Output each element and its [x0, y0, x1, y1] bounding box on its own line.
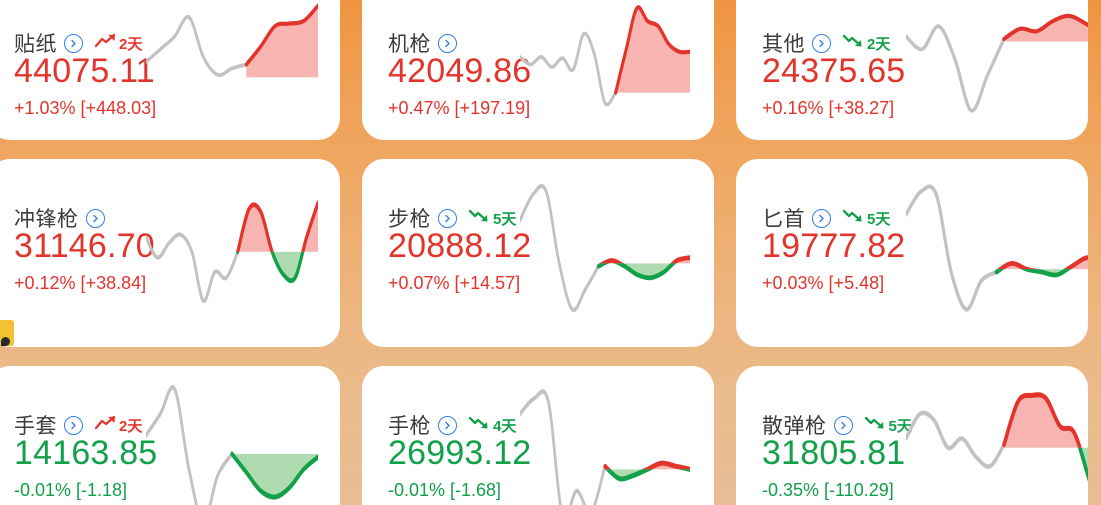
clipped-edge-icon	[0, 320, 14, 346]
trend-down-icon	[468, 208, 492, 229]
price-value: 19777.82	[762, 227, 906, 265]
market-card[interactable]: 其他 2天 24375.65 +0.16% [+38.27]	[736, 0, 1088, 140]
chevron-right-circle-icon[interactable]	[812, 33, 831, 53]
trend-days-label: 2天	[119, 417, 143, 435]
card-content: 机枪 42049.86 +0.47% [+197.19]	[388, 0, 714, 140]
change-value: -0.01% [-1.68]	[388, 480, 502, 500]
sparkline-chart	[146, 177, 318, 321]
market-card[interactable]: 贴纸 2天 44075.11 +1.03% [+448.03]	[0, 0, 340, 140]
trend-down-icon	[842, 33, 866, 54]
chevron-right-circle-icon[interactable]	[812, 208, 831, 228]
price-value: 20888.12	[388, 227, 532, 265]
market-card[interactable]: 匕首 5天 19777.82 +0.03% [+5.48]	[736, 159, 1088, 347]
card-content: 手枪 4天 26993.12 -0.01% [-1.68]	[388, 366, 714, 505]
chevron-right-circle-icon[interactable]	[833, 415, 853, 435]
trend-up-icon	[94, 415, 118, 436]
price-value: 14163.85	[14, 434, 158, 472]
trend-indicator: 4天	[468, 415, 516, 436]
market-card[interactable]: 机枪 42049.86 +0.47% [+197.19]	[362, 0, 714, 140]
card-content: 其他 2天 24375.65 +0.16% [+38.27]	[762, 0, 1088, 140]
trend-indicator: 2天	[842, 33, 890, 54]
trend-indicator: 2天	[94, 415, 142, 436]
sparkline-chart	[520, 177, 690, 321]
trend-days-label: 5天	[493, 210, 517, 228]
card-content: 手套 2天 14163.85 -0.01% [-1.18]	[14, 366, 340, 505]
chevron-right-circle-icon[interactable]	[85, 208, 105, 228]
trend-indicator: 5天	[864, 415, 912, 436]
chevron-right-circle-icon[interactable]	[64, 415, 83, 435]
change-value: +0.47% [+197.19]	[388, 98, 531, 118]
trend-indicator: 5天	[842, 208, 890, 229]
price-value: 24375.65	[762, 52, 906, 90]
card-content: 散弹枪 5天 31805.81 -0.35% [-110.29]	[762, 366, 1088, 505]
sparkline-chart	[146, 0, 318, 126]
market-card[interactable]: 手枪 4天 26993.12 -0.01% [-1.68]	[362, 366, 714, 505]
price-value: 44075.11	[14, 52, 155, 90]
card-content: 步枪 5天 20888.12 +0.07% [+14.57]	[388, 159, 714, 347]
change-value: -0.35% [-110.29]	[762, 480, 894, 500]
change-value: +0.03% [+5.48]	[762, 273, 885, 293]
chevron-right-circle-icon[interactable]	[438, 33, 457, 53]
change-value: +1.03% [+448.03]	[14, 98, 157, 118]
market-card[interactable]: 散弹枪 5天 31805.81 -0.35% [-110.29]	[736, 366, 1088, 505]
card-content: 匕首 5天 19777.82 +0.03% [+5.48]	[762, 159, 1088, 347]
trend-down-icon	[842, 208, 866, 229]
card-content: 贴纸 2天 44075.11 +1.03% [+448.03]	[14, 0, 340, 140]
trend-down-icon	[864, 415, 888, 436]
trend-indicator: 2天	[94, 33, 142, 54]
trend-days-label: 4天	[493, 417, 517, 435]
trend-up-icon	[94, 33, 118, 54]
sparkline-chart	[906, 177, 1088, 321]
market-card[interactable]: 手套 2天 14163.85 -0.01% [-1.18]	[0, 366, 340, 505]
sparkline-chart	[520, 380, 690, 505]
market-card-grid: 贴纸 2天 44075.11 +1.03% [+448.03] 机枪 42049.86 +0…	[0, 0, 1101, 505]
sparkline-chart	[906, 0, 1088, 126]
price-value: 26993.12	[388, 434, 532, 472]
change-value: +0.16% [+38.27]	[762, 98, 895, 118]
trend-days-label: 2天	[867, 35, 891, 53]
price-value: 31805.81	[762, 434, 906, 472]
market-card[interactable]: 步枪 5天 20888.12 +0.07% [+14.57]	[362, 159, 714, 347]
change-value: +0.07% [+14.57]	[388, 273, 521, 293]
sparkline-chart	[520, 0, 690, 126]
trend-indicator: 5天	[468, 208, 516, 229]
chevron-right-circle-icon[interactable]	[438, 415, 457, 435]
chevron-right-circle-icon[interactable]	[438, 208, 457, 228]
change-value: +0.12% [+38.84]	[14, 273, 147, 293]
price-value: 31146.70	[14, 227, 155, 265]
sparkline-chart	[146, 380, 318, 505]
sparkline-chart	[906, 380, 1088, 505]
market-card[interactable]: 冲锋枪 31146.70 +0.12% [+38.84]	[0, 159, 340, 347]
trend-days-label: 5天	[867, 210, 891, 228]
card-content: 冲锋枪 31146.70 +0.12% [+38.84]	[14, 159, 340, 347]
trend-down-icon	[468, 415, 492, 436]
change-value: -0.01% [-1.18]	[14, 480, 128, 500]
trend-days-label: 2天	[119, 35, 143, 53]
chevron-right-circle-icon[interactable]	[64, 33, 83, 53]
price-value: 42049.86	[388, 52, 532, 90]
